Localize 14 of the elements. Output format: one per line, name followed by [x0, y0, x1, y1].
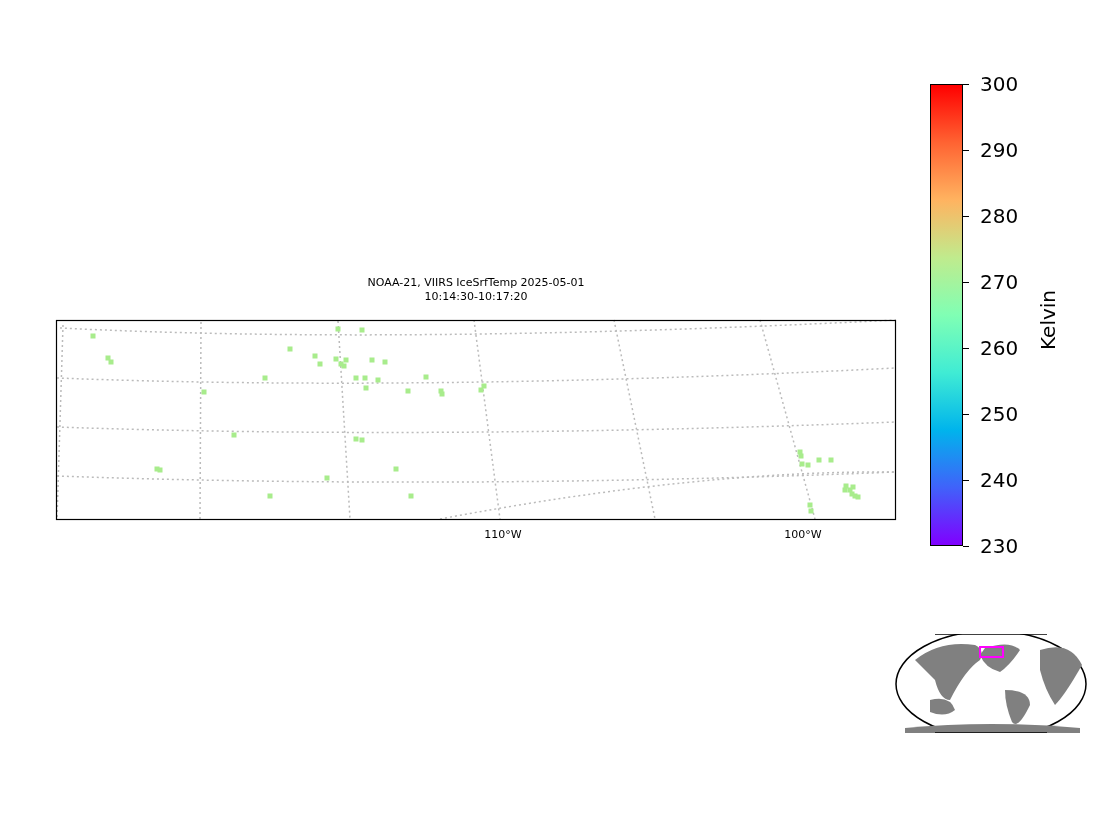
map-subtitle: 10:14:30-10:17:20 — [424, 290, 528, 304]
colorbar-tick-label: 230 — [980, 534, 1019, 558]
colorbar-tick-label: 300 — [980, 72, 1019, 96]
colorbar-tick-label: 250 — [980, 402, 1019, 426]
axis-tick-label: 100°W — [784, 527, 822, 543]
colorbar-tick-label: 260 — [980, 336, 1019, 360]
colorbar-tick-label: 280 — [980, 204, 1019, 228]
map-title: NOAA-21, VIIRS IceSrfTemp 2025-05-01 — [367, 276, 585, 290]
axis-tick-label: 110°W — [484, 527, 522, 543]
region-outline — [979, 646, 1004, 658]
colorbar-tick-label: 270 — [980, 270, 1019, 294]
colorbar-label: Kelvin — [1035, 290, 1061, 350]
colorbar-tick-label: 240 — [980, 468, 1019, 492]
colorbar-tick-label: 290 — [980, 138, 1019, 162]
